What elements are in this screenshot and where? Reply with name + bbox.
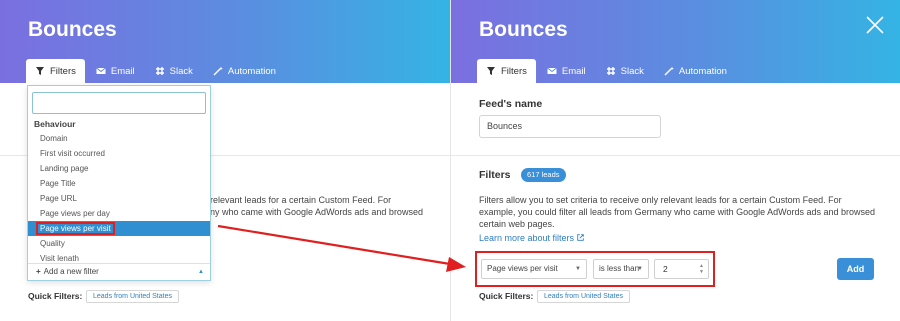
learn-more-label: Learn more about filters bbox=[479, 233, 575, 243]
add-filter-button[interactable]: Add bbox=[837, 258, 874, 280]
dropdown-option[interactable]: Landing page bbox=[28, 161, 210, 176]
tab-email[interactable]: Email bbox=[538, 59, 595, 83]
feed-name-label: Feed's name bbox=[479, 98, 543, 110]
dropdown-option[interactable]: Domain bbox=[28, 131, 210, 146]
filter-icon bbox=[36, 67, 44, 75]
filter-icon bbox=[487, 67, 495, 75]
filter-value-input[interactable]: 2 ▲ ▼ bbox=[654, 259, 709, 279]
plus-icon: + bbox=[36, 267, 41, 276]
quick-filters-label: Quick Filters: bbox=[28, 291, 83, 301]
right-tab-bar: Filters Email Slack Automation bbox=[477, 59, 738, 83]
envelope-icon bbox=[547, 67, 557, 74]
add-filter-label: Add a new filter bbox=[43, 267, 99, 276]
dropdown-option[interactable]: Page views per day bbox=[28, 206, 210, 221]
external-link-icon bbox=[576, 234, 584, 241]
tab-automation[interactable]: Automation bbox=[204, 59, 285, 83]
tab-label: Automation bbox=[678, 65, 727, 77]
feed-title: Bounces bbox=[479, 18, 568, 41]
left-panel: Bounces Filters Email Slack Automation r… bbox=[0, 0, 450, 321]
tab-label: Filters bbox=[501, 65, 527, 77]
filter-value: 2 bbox=[663, 264, 668, 274]
tab-label: Email bbox=[110, 65, 135, 77]
caret-up-icon: ▲ bbox=[198, 269, 204, 275]
tab-label: Filters bbox=[50, 65, 76, 77]
dropdown-list: Domain First visit occurred Landing page… bbox=[28, 131, 210, 266]
tab-filters[interactable]: Filters bbox=[26, 59, 85, 83]
slack-icon bbox=[606, 67, 615, 75]
stepper-icon[interactable]: ▲ ▼ bbox=[699, 263, 704, 275]
filters-heading: Filters bbox=[479, 169, 511, 181]
wand-icon bbox=[664, 66, 674, 76]
tab-label: Email bbox=[561, 65, 586, 77]
right-header: Bounces Filters Email Slack Automation bbox=[451, 0, 900, 83]
left-tab-bar: Filters Email Slack Automation bbox=[26, 59, 287, 83]
caret-down-icon: ▼ bbox=[575, 266, 581, 272]
tab-automation[interactable]: Automation bbox=[655, 59, 736, 83]
quick-filter-button[interactable]: Leads from United States bbox=[86, 290, 179, 303]
divider bbox=[451, 155, 900, 156]
caret-down-icon: ▼ bbox=[637, 266, 643, 272]
close-icon[interactable] bbox=[865, 15, 885, 35]
dropdown-option[interactable]: Quality bbox=[28, 236, 210, 251]
dropdown-option[interactable]: First visit occurred bbox=[28, 146, 210, 161]
filter-dropdown[interactable]: Behaviour Domain First visit occurred La… bbox=[27, 85, 211, 281]
quick-filters-label: Quick Filters: bbox=[479, 291, 534, 301]
dropdown-option[interactable]: Page Title bbox=[28, 176, 210, 191]
tab-filters[interactable]: Filters bbox=[477, 59, 536, 83]
filter-field-value: Page views per visit bbox=[487, 264, 558, 273]
filter-field-select[interactable]: Page views per visit ▼ bbox=[481, 259, 587, 279]
tab-slack[interactable]: Slack bbox=[146, 59, 202, 83]
left-header: Bounces Filters Email Slack Automation bbox=[0, 0, 450, 83]
selected-option-label: Page views per visit bbox=[36, 222, 115, 235]
description-fragment: relevant leads for a certain Custom Feed… bbox=[210, 195, 392, 205]
right-panel: Bounces Filters Email Slack Automation F… bbox=[450, 0, 900, 321]
add-new-filter-button[interactable]: + Add a new filter ▲ bbox=[28, 263, 210, 280]
tab-label: Slack bbox=[620, 65, 644, 77]
tab-label: Slack bbox=[169, 65, 193, 77]
description-fragment: ny who came with Google AdWords ads and … bbox=[210, 207, 423, 217]
quick-filter-button[interactable]: Leads from United States bbox=[537, 290, 630, 303]
filter-operator-select[interactable]: is less than ▼ bbox=[593, 259, 649, 279]
filters-description: Filters allow you to set criteria to rec… bbox=[479, 195, 876, 229]
filter-operator-value: is less than bbox=[599, 264, 640, 273]
feed-name-input[interactable]: Bounces bbox=[479, 115, 661, 138]
learn-more-link[interactable]: Learn more about filters bbox=[479, 233, 584, 243]
dropdown-option[interactable]: Page URL bbox=[28, 191, 210, 206]
wand-icon bbox=[213, 66, 223, 76]
tab-slack[interactable]: Slack bbox=[597, 59, 653, 83]
filter-search-input[interactable] bbox=[32, 92, 206, 114]
tab-email[interactable]: Email bbox=[87, 59, 144, 83]
dropdown-option-selected[interactable]: Page views per visit bbox=[28, 221, 210, 236]
leads-count-badge: 617 leads bbox=[521, 168, 566, 182]
feed-title: Bounces bbox=[28, 18, 117, 41]
dropdown-group-label: Behaviour bbox=[34, 119, 76, 129]
tab-label: Automation bbox=[227, 65, 276, 77]
envelope-icon bbox=[96, 67, 106, 74]
slack-icon bbox=[155, 67, 164, 75]
